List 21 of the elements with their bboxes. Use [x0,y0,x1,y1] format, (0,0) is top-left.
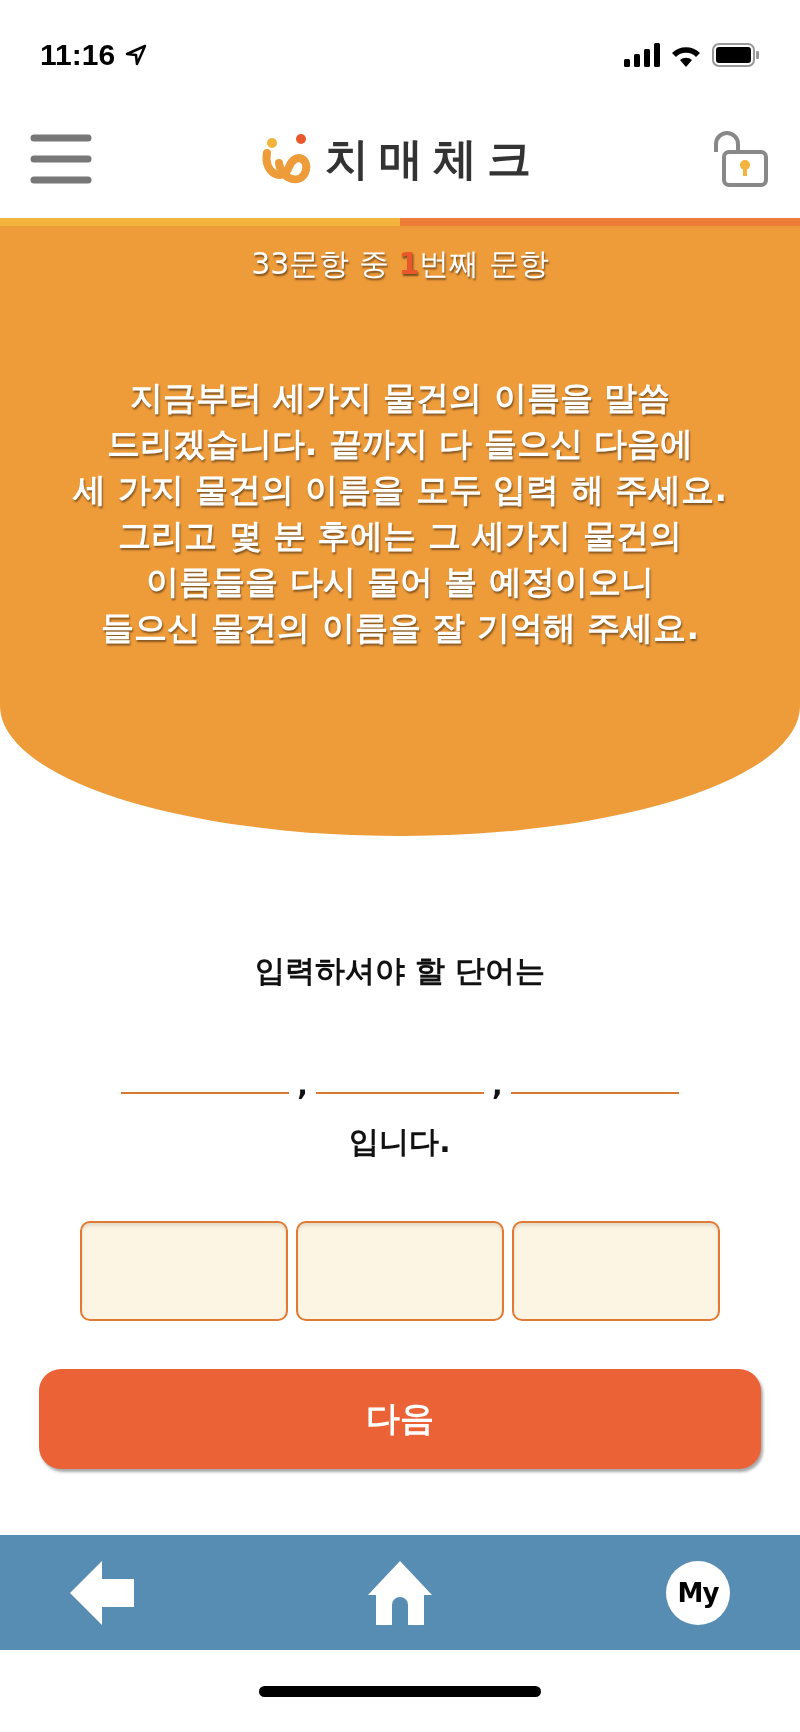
prompt-text: 입력하셔야 할 단어는 [254,952,546,990]
home-icon [368,1560,432,1625]
answer-input-field[interactable] [512,1221,720,1321]
menu-button[interactable] [30,133,92,185]
comma-separator: , [297,1072,308,1100]
signal-icon [624,43,660,67]
back-arrow-icon [70,1560,134,1625]
my-page-button[interactable]: My [666,1560,730,1625]
home-button[interactable] [368,1560,432,1625]
instruction-text: 지금부터 세가지 물건의 이름을 말씀 드리겠습니다. 끝까지 다 들으신 다음에 세 가지 물건의 이름을 모두 입력 해 주세요. 그리고 몇 분 후에는 그 세가지 물건의 이름들을 다시 물어 볼 예정이오니 들으신 물건의 이름을 잘 기억해 주세요. [71,377,728,649]
menu-icon [30,133,92,185]
question-counter: 33문항 중 1번째 문항 [251,245,549,283]
status-time: 11:16 [40,38,116,72]
app-title: 치매체크 [325,131,541,186]
prompt-end-text: 입니다. [349,1123,451,1161]
answer-input-field[interactable] [296,1221,504,1321]
answer-input-field[interactable] [80,1221,288,1321]
location-arrow-icon [125,44,148,66]
comma-separator: , [492,1072,503,1100]
battery-icon [712,43,760,67]
back-button[interactable] [70,1560,134,1625]
